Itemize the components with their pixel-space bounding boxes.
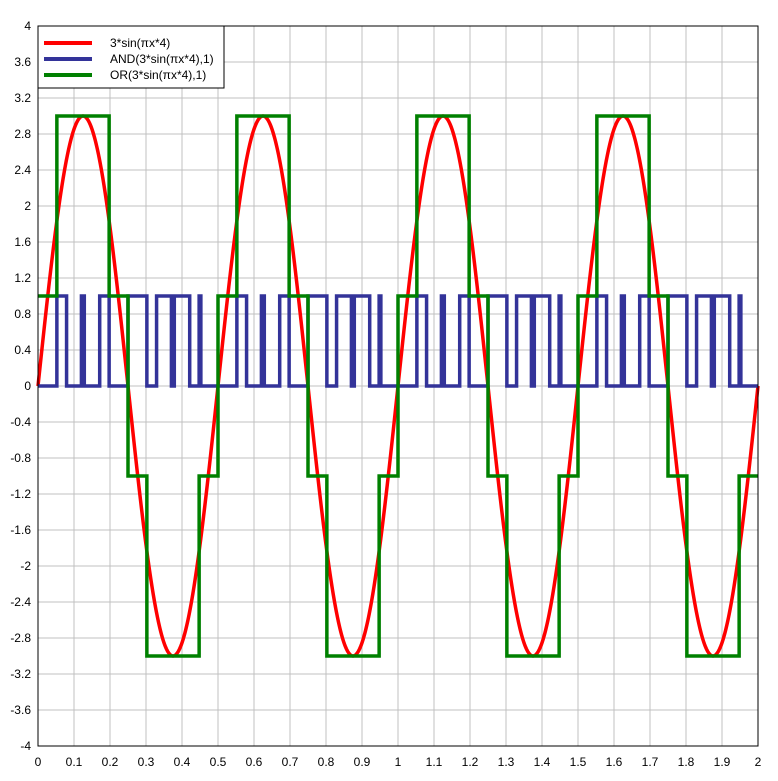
- y-tick-label: 0: [24, 379, 31, 393]
- x-tick-label: 0.9: [354, 755, 371, 769]
- legend-label-2: AND(3*sin(πx*4),1): [110, 52, 214, 66]
- y-tick-label: -3.2: [10, 667, 31, 681]
- x-tick-label: 0.2: [102, 755, 119, 769]
- y-tick-label: 2: [24, 199, 31, 213]
- y-tick-label: -3.6: [10, 703, 31, 717]
- x-tick-label: 1.5: [570, 755, 587, 769]
- y-tick-label: -1.6: [10, 523, 31, 537]
- y-tick-label: 3.2: [14, 91, 31, 105]
- x-tick-label: 1: [395, 755, 402, 769]
- y-tick-label: 1.6: [14, 235, 31, 249]
- y-tick-label: 4: [24, 19, 31, 33]
- legend-label-1: 3*sin(πx*4): [110, 36, 170, 50]
- x-tick-label: 1.2: [462, 755, 479, 769]
- x-tick-label: 0.5: [210, 755, 227, 769]
- y-tick-label: -2.8: [10, 631, 31, 645]
- y-tick-label: -0.4: [10, 415, 31, 429]
- y-tick-label: -0.8: [10, 451, 31, 465]
- x-tick-label: 1.1: [426, 755, 443, 769]
- x-tick-label: 1.6: [606, 755, 623, 769]
- y-tick-label: 0.8: [14, 307, 31, 321]
- y-tick-label: 2.4: [14, 163, 31, 177]
- x-tick-label: 0.8: [318, 755, 335, 769]
- x-tick-label: 1.3: [498, 755, 515, 769]
- x-tick-label: 1.8: [678, 755, 695, 769]
- x-tick-label: 0: [35, 755, 42, 769]
- legend-label-3: OR(3*sin(πx*4),1): [110, 68, 206, 82]
- y-tick-label: -2.4: [10, 595, 31, 609]
- x-tick-label: 0.6: [246, 755, 263, 769]
- y-tick-label: 0.4: [14, 343, 31, 357]
- y-tick-label: 1.2: [14, 271, 31, 285]
- x-tick-label: 0.4: [174, 755, 191, 769]
- y-tick-label: -4: [20, 739, 31, 753]
- chart: 0 0.1 0.2 0.3 0.4 0.5 0.6 0.7 0.8 0.9 1 1.1 1.2 1.3 1.…: [10, 19, 762, 769]
- x-tick-label: 0.1: [66, 755, 83, 769]
- legend: 3*sin(πx*4) AND(3*sin(πx*4),1) OR(3*sin(πx…: [37, 25, 225, 89]
- y-tick-label: 3.6: [14, 55, 31, 69]
- y-tick-label: -1.2: [10, 487, 31, 501]
- y-tick-label: -2: [20, 559, 31, 573]
- x-tick-label: 0.3: [138, 755, 155, 769]
- x-tick-label: 1.9: [714, 755, 731, 769]
- x-tick-label: 2: [755, 755, 762, 769]
- x-tick-label: 1.7: [642, 755, 659, 769]
- x-tick-label: 1.4: [534, 755, 551, 769]
- x-tick-label: 0.7: [282, 755, 299, 769]
- y-tick-label: 2.8: [14, 127, 31, 141]
